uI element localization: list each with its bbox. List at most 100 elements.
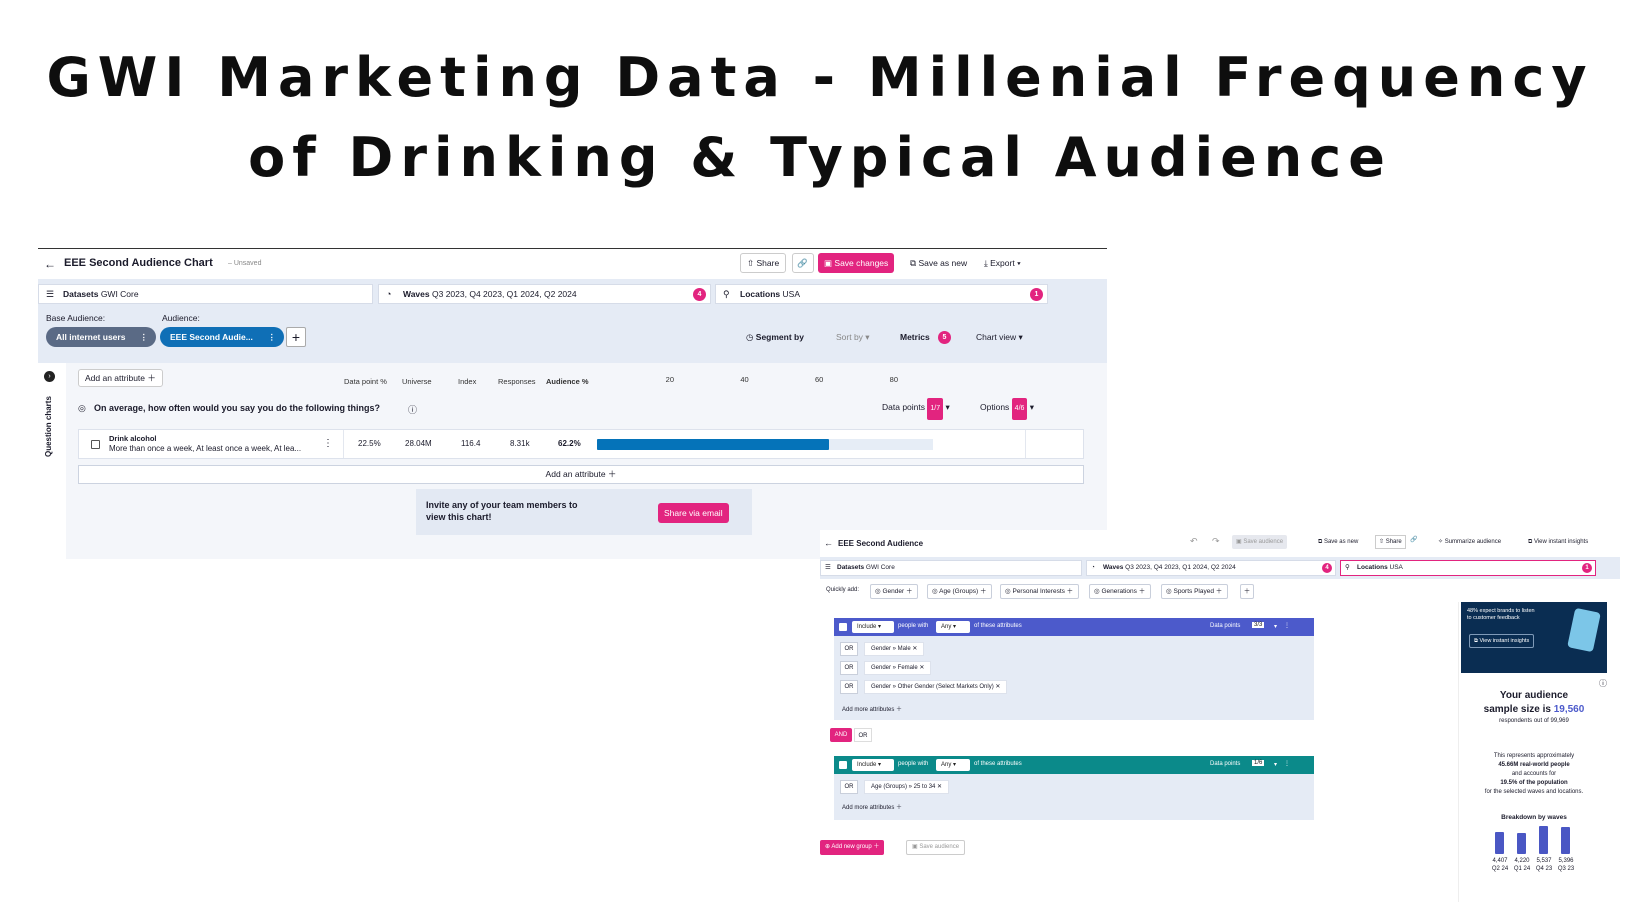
close-icon[interactable]: ✕: [912, 646, 917, 652]
phone-illustration-icon: [1567, 607, 1601, 653]
more-icon[interactable]: ⋮: [268, 327, 277, 347]
redo-icon[interactable]: ↷: [1212, 536, 1220, 547]
view-insights-button[interactable]: ⧉ View instant insights: [1528, 535, 1588, 549]
save-audience-bottom-button[interactable]: ▣ Save audience: [906, 840, 966, 855]
group-checkbox[interactable]: [839, 761, 847, 769]
info-icon[interactable]: ⓘ: [408, 403, 417, 416]
base-audience-pill[interactable]: All internet users ⋮: [46, 327, 156, 347]
universe-value: 28.04M: [405, 439, 432, 448]
axis-tick: 60: [815, 375, 824, 384]
audience-bar[interactable]: [597, 439, 830, 450]
add-more-attributes-button[interactable]: Add more attributes ＋: [842, 704, 902, 713]
chip-personal-interests[interactable]: ◎ Personal Interests ＋: [1000, 584, 1080, 599]
back-arrow-icon[interactable]: ←: [824, 538, 833, 548]
chart-title: EEE Second Audience Chart: [64, 257, 213, 269]
add-chip-button[interactable]: ＋: [1240, 584, 1254, 599]
more-icon[interactable]: ⋮: [1284, 622, 1290, 629]
waves-filter[interactable]: ◔ Waves Q3 2023, Q4 2023, Q1 2024, Q2 20…: [378, 284, 711, 304]
title-line-1: GWI Marketing Data - Millenial Frequency: [46, 46, 1594, 109]
waves-breakdown-chart: 4,407 Q2 24 4,220 Q1 24 5,537 Q4 23 5,396 Q3 23: [1489, 824, 1589, 894]
chart-view-button[interactable]: Chart view ▾: [976, 327, 1023, 347]
data-points-badge[interactable]: 1/6: [1252, 760, 1265, 766]
chevron-down-icon: ▾: [862, 332, 870, 342]
include-select[interactable]: Include ▾: [852, 759, 894, 771]
back-arrow-icon[interactable]: ←: [44, 257, 56, 271]
wave-bar[interactable]: [1495, 831, 1504, 854]
audience-group-2: Include ▾ people with Any ▾ of these att…: [834, 756, 1314, 820]
datasets-filter[interactable]: ☰ Datasets GWI Core: [38, 284, 373, 304]
any-select[interactable]: Any ▾: [936, 621, 970, 633]
add-more-attributes-button[interactable]: Add more attributes ＋: [842, 802, 902, 811]
wave-label: Q3 23: [1557, 866, 1575, 872]
wave-bar[interactable]: [1539, 826, 1548, 854]
view-insights-promo-button[interactable]: ⧉ View instant insights: [1469, 634, 1535, 648]
save-changes-button[interactable]: ▣ Save changes: [818, 253, 895, 273]
chevron-down-icon[interactable]: ▾: [1274, 761, 1277, 768]
breakdown-label: Breakdown by waves: [1501, 814, 1567, 821]
chip-gender[interactable]: ◎ Gender ＋: [870, 584, 919, 599]
waves-filter[interactable]: ◔ Waves Q3 2023, Q4 2023, Q1 2024, Q2 20…: [1086, 560, 1336, 576]
audience-pill[interactable]: EEE Second Audie... ⋮: [160, 327, 284, 347]
wave-value: 5,396: [1558, 858, 1574, 864]
share-via-email-button[interactable]: Share via email: [658, 503, 729, 523]
people-with-text: people with: [898, 623, 929, 629]
save-audience-button[interactable]: ▣ Save audience: [1232, 535, 1288, 549]
sort-by-button[interactable]: Sort by ▾: [836, 327, 870, 347]
options-button[interactable]: Options 4/6 ▾: [980, 397, 1034, 420]
invite-text: Invite any of your team members to view …: [426, 500, 578, 522]
row-more-icon[interactable]: ⋮: [323, 438, 333, 449]
info-icon[interactable]: ⓘ: [1599, 678, 1607, 689]
save-as-new-button[interactable]: ⧉ Save as new: [1318, 535, 1358, 549]
save-as-new-button[interactable]: ⧉ Save as new: [910, 253, 967, 273]
datasets-filter[interactable]: ☰ Datasets GWI Core: [820, 560, 1082, 576]
include-select[interactable]: Include ▾: [852, 621, 894, 633]
segment-by-button[interactable]: ◷ Segment by: [746, 327, 804, 347]
chevron-down-icon: ▾: [876, 762, 882, 768]
wave-bar[interactable]: [1517, 832, 1526, 854]
data-points-button[interactable]: Data points 1/7 ▾: [882, 397, 950, 420]
wave-bar[interactable]: [1561, 827, 1570, 854]
link-button[interactable]: 🔗: [792, 253, 814, 273]
summarize-audience-button[interactable]: ✧ Summarize audience: [1438, 535, 1501, 549]
undo-icon[interactable]: ↶: [1190, 536, 1198, 547]
any-select[interactable]: Any ▾: [936, 759, 970, 771]
or-toggle[interactable]: OR: [854, 728, 872, 742]
add-attribute-button[interactable]: Add an attribute ＋: [78, 369, 163, 387]
share-button[interactable]: ⇧ Share: [740, 253, 787, 273]
close-icon[interactable]: ✕: [995, 684, 1000, 690]
close-icon[interactable]: ✕: [919, 665, 924, 671]
data-points-label: Data points: [1210, 761, 1241, 767]
pie-icon: ◔: [1091, 564, 1095, 571]
chip-age-groups[interactable]: ◎ Age (Groups) ＋: [927, 584, 993, 599]
respondents-text: respondents out of 99,969: [1499, 718, 1569, 724]
add-attribute-row-button[interactable]: Add an attribute ＋: [78, 465, 1084, 484]
share-button[interactable]: ⇧ Share: [1375, 535, 1406, 549]
data-points-badge[interactable]: 3/3: [1252, 622, 1265, 628]
chip-generations[interactable]: ◎ Generations ＋: [1089, 584, 1152, 599]
chevron-right-icon[interactable]: ›: [44, 371, 55, 382]
wave-label: Q4 23: [1535, 866, 1553, 872]
add-new-group-button[interactable]: ⊕ Add new group ＋: [820, 840, 885, 855]
link-icon[interactable]: 🔗: [1410, 536, 1417, 543]
locations-filter[interactable]: ⚲ Locations USA 1: [1340, 560, 1596, 576]
and-toggle[interactable]: AND: [830, 728, 852, 742]
segment-icon: ◷: [746, 332, 756, 342]
locations-filter[interactable]: ⚲ Locations USA 1: [715, 284, 1048, 304]
table-row[interactable]: Drink alcohol More than once a week, At …: [78, 429, 1084, 459]
metrics-button[interactable]: Metrics: [900, 327, 930, 347]
list-icon: ☰: [825, 564, 831, 571]
filter-bar: ☰ Datasets GWI Core ◔ Waves Q3 2023, Q4 …: [820, 557, 1620, 579]
chip-sports-played[interactable]: ◎ Sports Played ＋: [1161, 584, 1229, 599]
more-icon[interactable]: ⋮: [1284, 760, 1290, 767]
close-icon[interactable]: ✕: [937, 784, 942, 790]
group-checkbox[interactable]: [839, 623, 847, 631]
question-charts-tab[interactable]: Question charts: [44, 396, 53, 457]
divider: [343, 430, 344, 458]
export-button[interactable]: ⤓ Export ▾: [984, 253, 1021, 273]
sample-size-value: 19,560: [1553, 704, 1585, 715]
more-icon[interactable]: ⋮: [140, 327, 149, 347]
promo-text: 48% expect brands to listen to customer …: [1467, 608, 1535, 621]
add-audience-button[interactable]: +: [286, 327, 306, 347]
chevron-down-icon[interactable]: ▾: [1274, 623, 1277, 630]
row-checkbox[interactable]: [91, 440, 100, 449]
